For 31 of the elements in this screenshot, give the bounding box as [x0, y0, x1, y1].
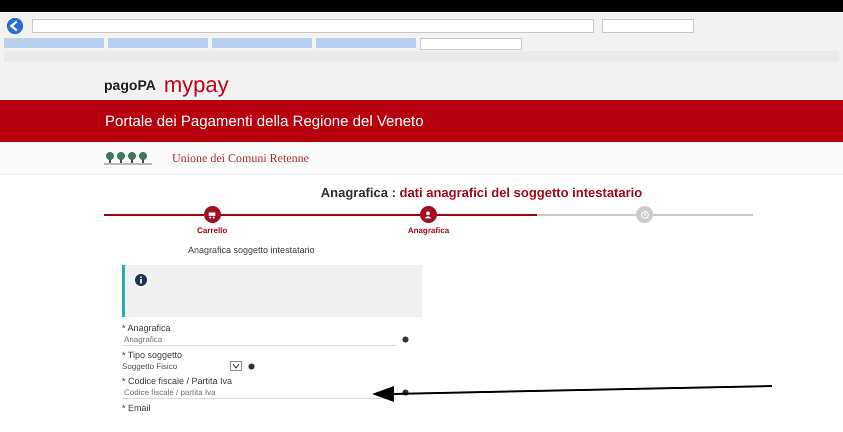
- help-icon[interactable]: [402, 389, 409, 396]
- browser-tab[interactable]: [108, 38, 208, 48]
- field-label: * Email: [122, 403, 152, 413]
- help-icon[interactable]: [248, 362, 255, 370]
- browser-tab[interactable]: [420, 38, 522, 50]
- entity-name: Unione dei Comuni Retenne: [172, 150, 309, 166]
- browser-tab[interactable]: [212, 38, 312, 48]
- help-icon[interactable]: [402, 336, 409, 343]
- address-bar[interactable]: [32, 19, 594, 33]
- field-label: * Anagrafica: [122, 323, 172, 333]
- clock-icon: [640, 210, 650, 220]
- step-label: Anagrafica: [408, 226, 450, 235]
- brand-logo: pagoPA: [104, 77, 156, 93]
- select-field[interactable]: Soggetto Fisico: [122, 360, 242, 372]
- input-field[interactable]: Anagrafica: [122, 333, 396, 346]
- browser-tab[interactable]: [316, 38, 416, 48]
- search-field[interactable]: [602, 19, 694, 33]
- portal-title: Portale dei Pagamenti della Regione del Veneto: [105, 112, 424, 130]
- trees-icon: [104, 151, 152, 165]
- back-icon[interactable]: [6, 17, 24, 35]
- input-field[interactable]: Codice fiscale / partita Iva: [122, 386, 396, 399]
- field-label: * Codice fiscale / Partita Iva: [122, 376, 234, 386]
- step-label: Carrello: [197, 226, 228, 235]
- caret-icon: [230, 361, 242, 371]
- page-title: Anagrafica : dati anagrafici del soggetto intestatario: [320, 185, 644, 200]
- product-logo: mypay: [164, 72, 229, 98]
- section-title: Anagrafica soggetto intestatario: [188, 245, 316, 255]
- info-icon: [135, 274, 147, 286]
- user-icon: [423, 210, 434, 220]
- cart-icon: [207, 210, 218, 220]
- field-label: * Tipo soggetto: [122, 350, 184, 360]
